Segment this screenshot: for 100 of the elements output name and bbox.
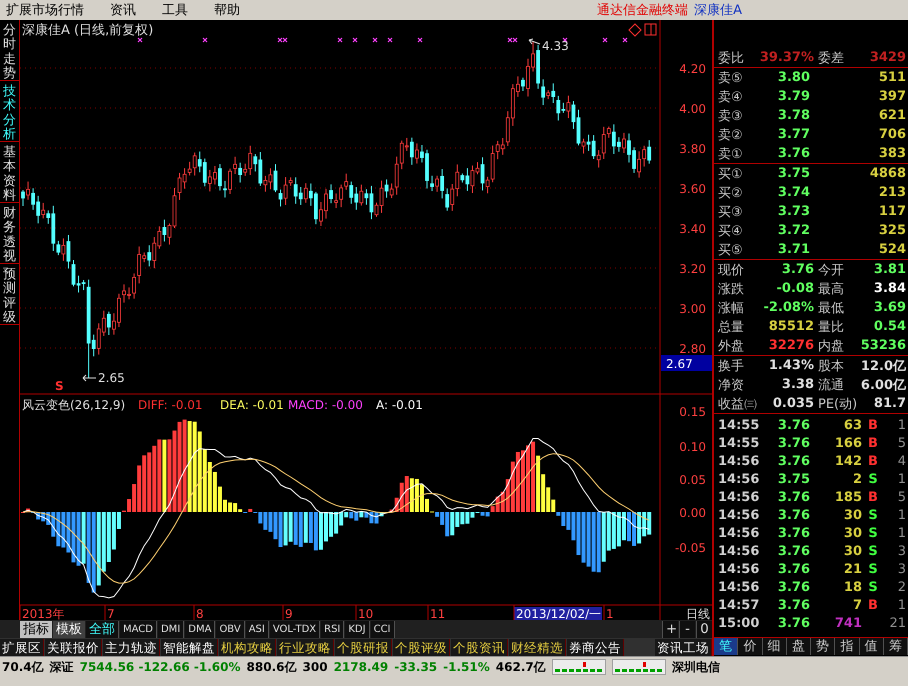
current-price-tag: 2.67: [661, 355, 712, 371]
date-label: 10: [358, 607, 374, 620]
panel-tab[interactable]: 价: [738, 638, 762, 655]
zoom-button[interactable]: 0: [696, 620, 712, 638]
order-volume: 524: [878, 242, 906, 257]
trade-price: 3.76: [776, 598, 810, 612]
trade-volume: 185: [834, 490, 862, 504]
order-price: 3.79: [776, 89, 810, 104]
quote-value: 0.54: [872, 319, 906, 334]
trade-price: 3.76: [776, 454, 810, 468]
quote-value: 0.035: [772, 396, 814, 411]
trade-count: 2: [896, 580, 906, 594]
index-quote: 70.4亿: [2, 658, 44, 676]
quote-value: 3429: [868, 50, 906, 65]
diamond-icon[interactable]: [628, 23, 642, 37]
indicator-tab[interactable]: DMA: [185, 620, 216, 638]
panel-tab[interactable]: 值: [860, 638, 884, 655]
order-level-label: 买④: [718, 222, 744, 240]
panel-tab[interactable]: 盘: [786, 638, 811, 655]
order-level-label: 卖①: [718, 146, 744, 162]
menu-item[interactable]: 资讯: [110, 1, 136, 19]
panel-tab[interactable]: 势: [811, 638, 836, 655]
info-tab[interactable]: 资讯工场: [655, 638, 712, 656]
quote-label: 股本: [817, 358, 845, 374]
indicator-tab[interactable]: MACD: [120, 620, 157, 638]
info-tab[interactable]: 个股研报: [335, 638, 392, 656]
trade-side: S: [867, 526, 879, 540]
date-label: 8: [196, 607, 204, 620]
signal-marker: S: [55, 379, 64, 393]
axis-label: 4.00: [679, 102, 706, 116]
axis-label: 3.60: [679, 182, 706, 196]
quote-label: 量比: [817, 318, 845, 336]
market-bars-icon: [612, 659, 666, 675]
menu-item[interactable]: 工具: [162, 1, 188, 19]
indicator-value: DEA: -0.01: [220, 398, 284, 412]
axis-label: 2.80: [679, 342, 706, 356]
indicator-menu-button[interactable]: 模板: [53, 620, 85, 638]
axis-label: 4.20: [679, 62, 706, 76]
info-tab[interactable]: 个股资讯: [451, 638, 508, 656]
zoom-button[interactable]: -: [679, 620, 695, 638]
trade-volume: 7: [852, 598, 862, 612]
indicator-tab[interactable]: CCI: [370, 620, 395, 638]
quote-value: -0.08: [776, 281, 814, 296]
indicator-tab[interactable]: ASI: [246, 620, 269, 638]
order-level-label: 卖②: [718, 126, 744, 144]
panel-tab[interactable]: 细: [762, 638, 787, 655]
trade-price: 3.76: [776, 508, 810, 522]
indicator-tab[interactable]: OBV: [216, 620, 245, 638]
axis-label: 0.00: [679, 506, 706, 520]
trade-volume: 166: [834, 436, 862, 450]
date-label: 11: [430, 607, 446, 620]
info-tab[interactable]: 机构攻略: [219, 638, 276, 656]
market-bars-icon: [552, 659, 606, 675]
trade-side: B: [867, 454, 879, 468]
info-tab[interactable]: 扩展区: [0, 638, 44, 656]
info-tab[interactable]: 个股评级: [393, 638, 450, 656]
indicator-value: A: -0.01: [376, 398, 423, 412]
date-label: 1: [606, 607, 614, 620]
index-quote: 300: [302, 660, 328, 674]
quote-value: 3.69: [872, 300, 906, 315]
axis-label: 3.00: [679, 302, 706, 316]
menu-item[interactable]: 帮助: [214, 1, 240, 19]
info-tab[interactable]: 财经精选: [509, 638, 566, 656]
axis-label: 0.05: [679, 473, 706, 487]
order-price: 3.74: [776, 185, 810, 200]
trade-side: S: [867, 580, 879, 594]
quote-label: 外盘: [718, 338, 745, 354]
indicator-menu-button[interactable]: 指标: [20, 620, 52, 638]
trade-time: 14:56: [718, 454, 760, 468]
quote-label: 委差: [817, 50, 845, 66]
period-label[interactable]: 日线: [686, 607, 710, 620]
panel-tab[interactable]: 指: [835, 638, 860, 655]
trade-count: 1: [896, 508, 906, 522]
menu-item[interactable]: 扩展市场行情: [6, 1, 84, 19]
zoom-button[interactable]: +: [662, 620, 678, 638]
info-tab[interactable]: 智能解盘: [161, 638, 218, 656]
trade-price: 3.76: [776, 526, 810, 540]
window-icon[interactable]: [644, 24, 656, 36]
indicator-tab[interactable]: DMI: [158, 620, 184, 638]
panel-tab[interactable]: 笔: [714, 638, 738, 655]
info-tab[interactable]: 行业攻略: [277, 638, 334, 656]
trade-count: 3: [896, 562, 906, 576]
info-tab[interactable]: 券商公告: [567, 638, 624, 656]
info-tab[interactable]: 关联报价: [45, 638, 102, 656]
trade-price: 3.76: [776, 490, 810, 504]
indicator-tab[interactable]: KDJ: [345, 620, 370, 638]
indicator-tab[interactable]: RSI: [321, 620, 344, 638]
app-title: 通达信金融终端: [597, 2, 688, 19]
trade-volume: 30: [842, 526, 862, 540]
order-price: 3.76: [776, 146, 810, 161]
indicator-tab[interactable]: 全部: [86, 620, 119, 638]
panel-tab[interactable]: 筹: [884, 638, 908, 655]
quote-value: 1.43%: [768, 358, 814, 373]
trade-time: 14:56: [718, 580, 760, 594]
index-quote: -1.51%: [443, 660, 490, 674]
indicator-tab[interactable]: VOL-TDX: [270, 620, 320, 638]
trade-side: S: [867, 544, 879, 558]
trade-price: 3.76: [776, 436, 810, 450]
info-tab[interactable]: 主力轨迹: [103, 638, 160, 656]
order-price: 3.77: [776, 127, 810, 142]
